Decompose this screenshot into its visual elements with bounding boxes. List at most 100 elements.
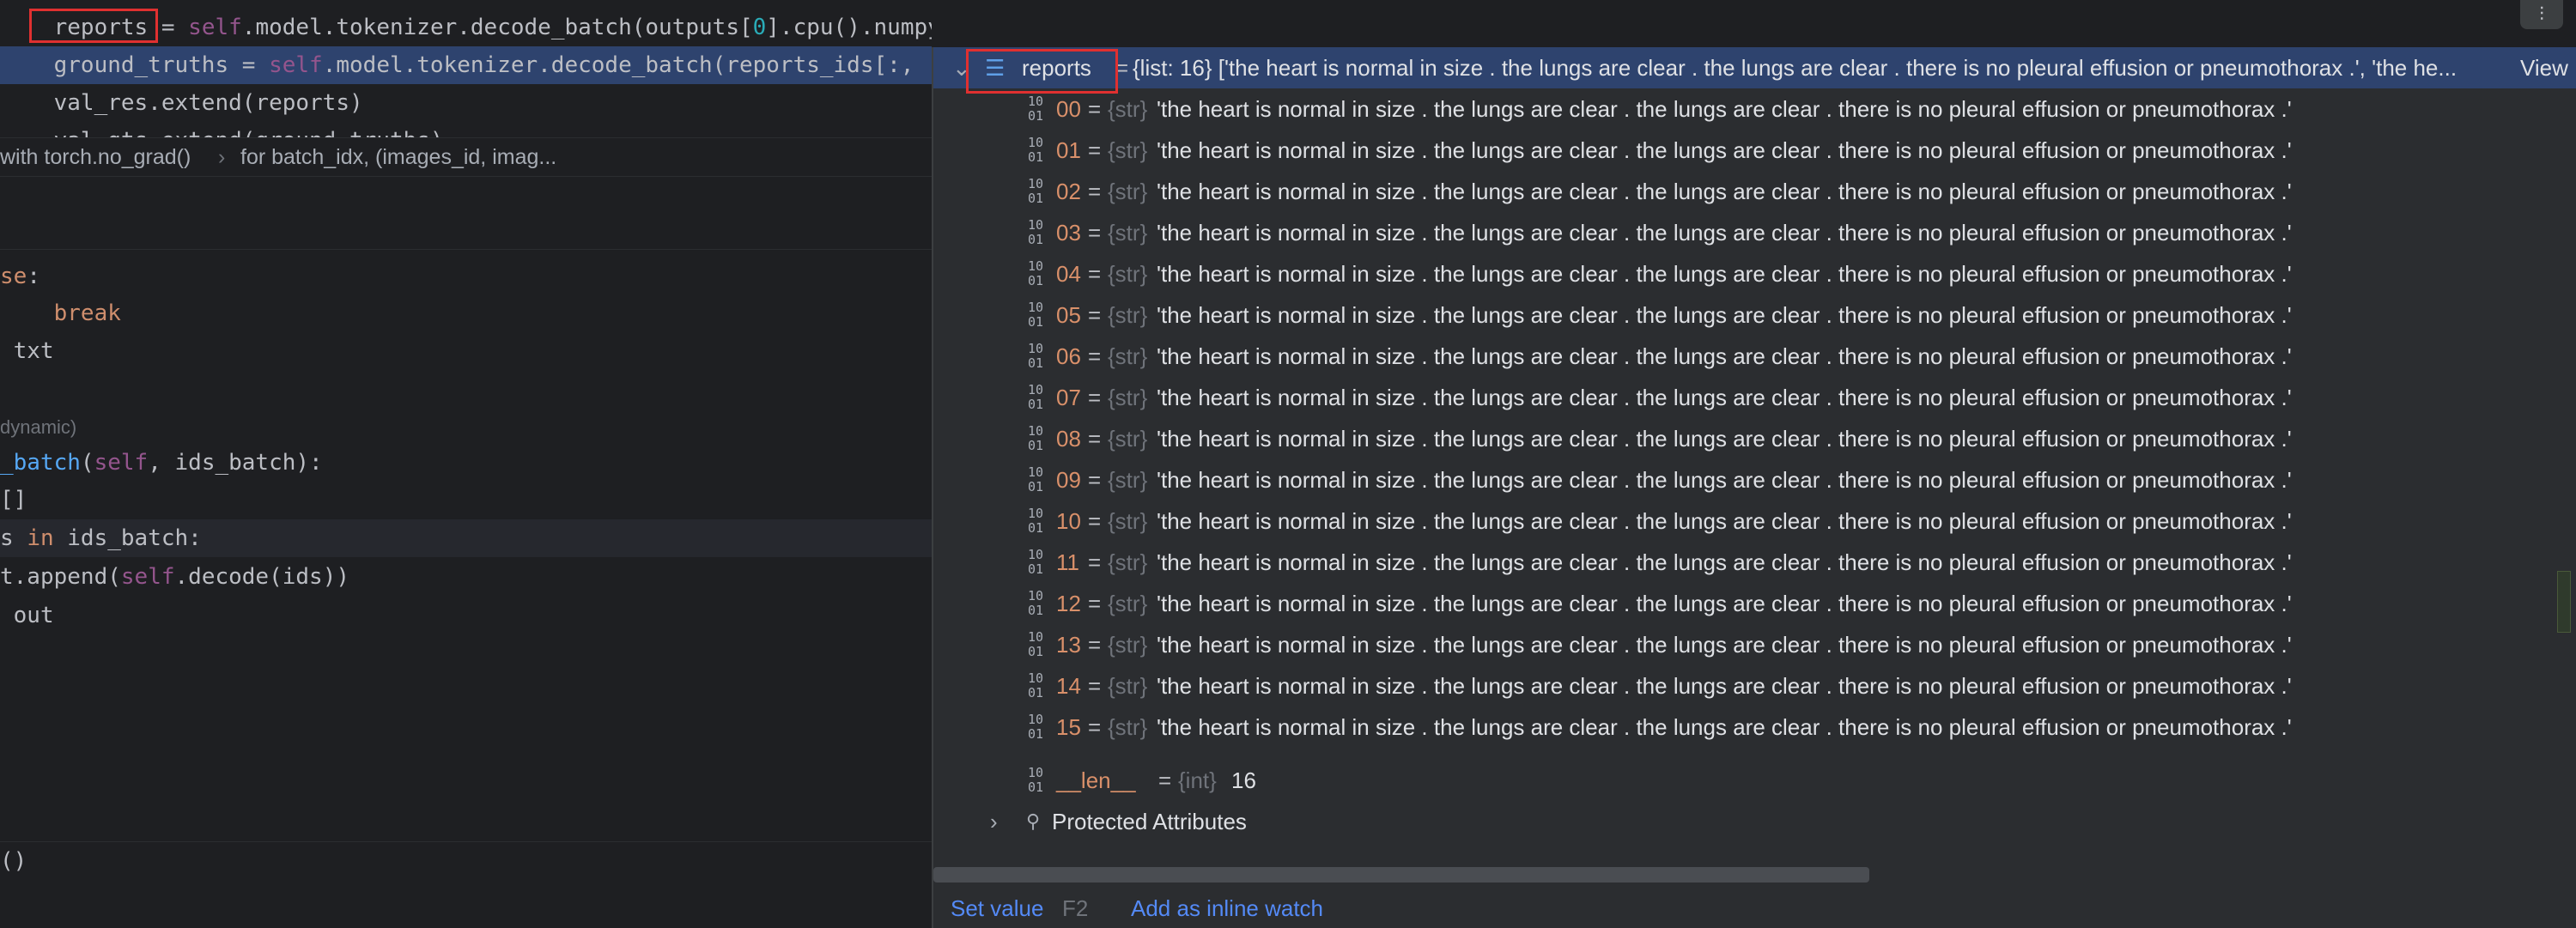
len-type: {int} xyxy=(1178,767,1217,793)
code-token: break xyxy=(53,300,121,326)
structure-icon[interactable]: ⫶ xyxy=(2520,0,2563,29)
reports-highlight-box xyxy=(29,9,158,43)
code-token: [] xyxy=(0,487,27,513)
code-token: .model.tokenizer.decode_batch(outputs[ xyxy=(241,15,753,40)
item-equals: = xyxy=(1088,261,1102,287)
item-type: {str} xyxy=(1108,343,1148,369)
breadcrumb-item-with[interactable]: with torch.no_grad() xyxy=(0,138,191,176)
code-token: t.append( xyxy=(0,564,121,590)
list-item[interactable]: 10 01 13 = {str} 'the heart is normal in size… xyxy=(933,624,2576,665)
item-type: {str} xyxy=(1108,467,1148,493)
item-value: 'the heart is normal in size . the lungs… xyxy=(1157,179,2292,204)
chevron-right-icon[interactable]: › xyxy=(990,801,998,842)
item-equals: = xyxy=(1088,385,1102,410)
item-index: 13 xyxy=(1056,632,1081,658)
item-value: 'the heart is normal in size . the lungs… xyxy=(1157,220,2292,246)
scroll-marker xyxy=(2557,571,2571,633)
item-value: 'the heart is normal in size . the lungs… xyxy=(1157,508,2292,534)
item-type: {str} xyxy=(1108,261,1148,287)
horizontal-scrollbar[interactable] xyxy=(933,867,1869,883)
len-value: 16 xyxy=(1231,767,1256,793)
code-token: txt xyxy=(0,338,54,364)
view-link[interactable]: View xyxy=(2520,47,2568,88)
list-item[interactable]: 10 01 12 = {str} 'the heart is normal in size… xyxy=(933,583,2576,624)
item-value: 'the heart is normal in size . the lungs… xyxy=(1157,385,2292,410)
item-index: 02 xyxy=(1056,179,1081,204)
list-item[interactable]: 10 01 11 = {str} 'the heart is normal in size… xyxy=(933,542,2576,583)
item-value: 'the heart is normal in size . the lungs… xyxy=(1157,673,2292,699)
item-index: 11 xyxy=(1056,549,1079,575)
list-item[interactable]: 10 01 07 = {str} 'the heart is normal in size… xyxy=(933,377,2576,418)
list-item[interactable]: 10 01 14 = {str} 'the heart is normal in size… xyxy=(933,665,2576,707)
binary-icon: 10 01 xyxy=(1027,712,1044,742)
binary-icon: 10 01 xyxy=(1027,423,1044,453)
item-index: 01 xyxy=(1056,137,1081,163)
list-item[interactable]: 10 01 08 = {str} 'the heart is normal in size… xyxy=(933,418,2576,459)
binary-icon: 10 01 xyxy=(1027,464,1044,494)
item-index: 05 xyxy=(1056,302,1081,328)
binary-icon: 10 01 xyxy=(1027,629,1044,659)
add-inline-watch-link[interactable]: Add as inline watch xyxy=(1131,889,1323,928)
breadcrumb-item-for[interactable]: for batch_idx, (images_id, imag... xyxy=(240,138,556,176)
code-token: val_res.extend(reports) xyxy=(0,90,363,116)
code-lower-line-8: t.append(self.decode(ids)) xyxy=(0,558,932,596)
item-value: 'the heart is normal in size . the lungs… xyxy=(1157,632,2292,658)
list-item[interactable]: 10 01 00 = {str} 'the heart is normal in size… xyxy=(933,88,2576,130)
code-token: ids_batch: xyxy=(53,525,202,551)
list-item[interactable]: 10 01 02 = {str} 'the heart is normal in size… xyxy=(933,171,2576,212)
code-lower-line-6: [] xyxy=(0,481,932,519)
item-type: {str} xyxy=(1108,302,1148,328)
binary-icon: 10 01 xyxy=(1027,765,1044,795)
code-token: _batch xyxy=(0,450,81,476)
binary-icon: 10 01 xyxy=(1027,382,1044,412)
binary-icon: 10 01 xyxy=(1027,176,1044,206)
root-highlight-box xyxy=(966,49,1118,94)
protected-attributes-row[interactable]: › ⚲ Protected Attributes xyxy=(933,801,2576,842)
set-value-link[interactable]: Set value xyxy=(951,889,1043,928)
code-lower-line-7: s in ids_batch: xyxy=(0,519,932,557)
popup-footer: Set value F2 Add as inline watch xyxy=(933,889,2576,928)
code-lower-line-5: _batch(self, ids_batch): xyxy=(0,444,932,482)
item-type: {str} xyxy=(1108,426,1148,452)
code-token: , ids_batch): xyxy=(148,450,323,476)
code-lower-line-0: se: xyxy=(0,258,932,295)
code-line-1: ground_truths = self.model.tokenizer.dec… xyxy=(0,46,932,84)
item-equals: = xyxy=(1088,220,1102,246)
code-token: in xyxy=(27,525,54,551)
code-token: : xyxy=(27,264,40,289)
root-variable-row[interactable]: ⌄ ☰ reports = {list: 16} ['the heart is … xyxy=(933,47,2576,88)
list-item[interactable]: 10 01 10 = {str} 'the heart is normal in size… xyxy=(933,500,2576,542)
item-index: 06 xyxy=(1056,343,1081,369)
code-token: se xyxy=(0,264,27,289)
item-equals: = xyxy=(1088,714,1102,740)
code-token: .model.tokenizer.decode_batch(reports_id… xyxy=(322,52,914,78)
len-name: __len__ xyxy=(1056,767,1136,793)
binary-icon: 10 01 xyxy=(1027,94,1044,124)
code-token: 0 xyxy=(752,15,767,40)
item-index: 14 xyxy=(1056,673,1081,699)
code-token: self xyxy=(94,450,149,476)
item-value: 'the heart is normal in size . the lungs… xyxy=(1157,96,2292,122)
binary-icon: 10 01 xyxy=(1027,670,1044,701)
list-item[interactable]: 10 01 01 = {str} 'the heart is normal in size… xyxy=(933,130,2576,171)
item-index: 10 xyxy=(1056,508,1081,534)
binary-icon: 10 01 xyxy=(1027,588,1044,618)
list-item[interactable]: 10 01 03 = {str} 'the heart is normal in size… xyxy=(933,212,2576,253)
list-item[interactable]: 10 01 05 = {str} 'the heart is normal in size… xyxy=(933,294,2576,336)
debug-value-popup[interactable]: ⌄ ☰ reports = {list: 16} ['the heart is … xyxy=(932,47,2576,928)
item-value: 'the heart is normal in size . the lungs… xyxy=(1157,714,2292,740)
code-editor[interactable]: reports = self.model.tokenizer.decode_ba… xyxy=(0,0,932,928)
len-row[interactable]: 10 01 __len__ = {int} 16 xyxy=(933,760,2576,801)
breadcrumb: with torch.no_grad() › for batch_idx, (i… xyxy=(0,137,932,177)
list-item[interactable]: 10 01 06 = {str} 'the heart is normal in size… xyxy=(933,336,2576,377)
item-type: {str} xyxy=(1108,632,1148,658)
binary-icon: 10 01 xyxy=(1027,506,1044,536)
list-item[interactable]: 10 01 15 = {str} 'the heart is normal in size… xyxy=(933,707,2576,748)
list-item[interactable]: 10 01 09 = {str} 'the heart is normal in size… xyxy=(933,459,2576,500)
item-value: 'the heart is normal in size . the lungs… xyxy=(1157,343,2292,369)
list-item[interactable]: 10 01 04 = {str} 'the heart is normal in size… xyxy=(933,253,2576,294)
breadcrumb-separator-icon: › xyxy=(218,145,226,169)
code-token: out xyxy=(0,603,54,628)
item-type: {str} xyxy=(1108,714,1148,740)
